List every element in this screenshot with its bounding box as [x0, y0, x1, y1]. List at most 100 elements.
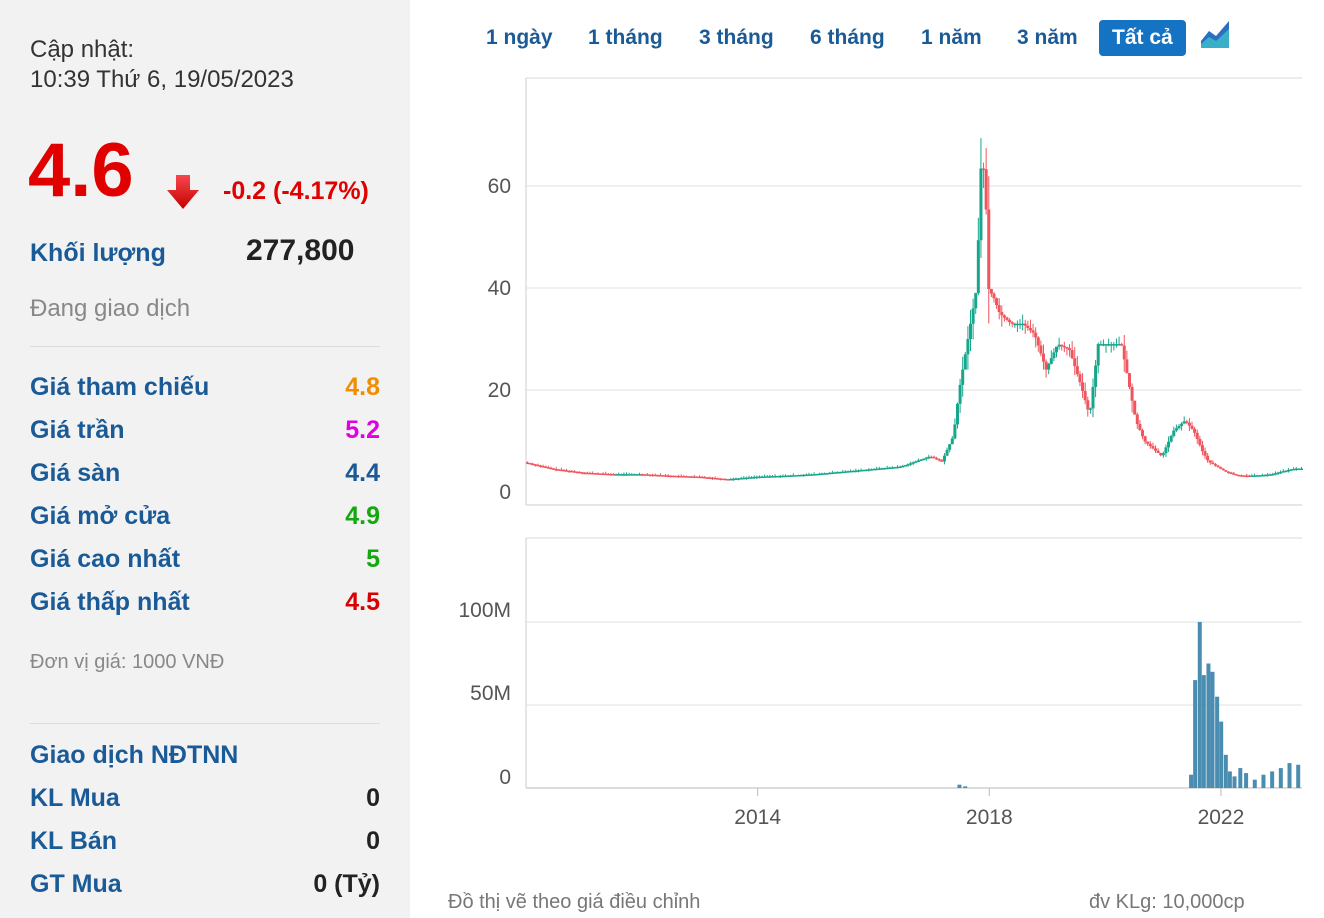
- candle-body: [976, 240, 980, 294]
- candle-body: [1120, 344, 1124, 346]
- candle-body: [773, 476, 777, 478]
- candle-body: [598, 473, 602, 475]
- candle-body: [1211, 462, 1215, 465]
- candle-body: [721, 478, 725, 481]
- candle-body: [924, 457, 928, 460]
- candle-body: [1148, 443, 1152, 447]
- candle-body: [1135, 414, 1139, 424]
- candle-body: [1253, 475, 1257, 477]
- candle-body: [1187, 422, 1191, 426]
- candle-body: [815, 473, 819, 476]
- candle-body: [549, 467, 553, 470]
- volume-bar: [1189, 774, 1194, 788]
- candle-body: [1028, 328, 1032, 331]
- candle-body: [554, 468, 558, 471]
- candle-body: [1062, 345, 1066, 348]
- candle-body: [823, 473, 827, 475]
- candle-body: [617, 474, 621, 476]
- candle-body: [1021, 323, 1025, 326]
- candle-body: [729, 478, 733, 481]
- candle-body: [747, 477, 751, 479]
- volume-bar: [1287, 763, 1292, 788]
- candle-body: [1255, 475, 1259, 477]
- candle-body: [1221, 468, 1225, 471]
- candle-body: [836, 472, 840, 474]
- candle-body: [875, 468, 879, 471]
- candle-body: [945, 449, 949, 456]
- candle-body: [539, 465, 543, 467]
- price-y-tick-label: 0: [499, 481, 511, 504]
- candle-body: [565, 470, 569, 472]
- candle-body: [770, 476, 774, 478]
- candle-body: [846, 471, 850, 473]
- candle-body: [992, 293, 996, 299]
- candle-body: [1109, 344, 1113, 346]
- candle-body: [1031, 330, 1035, 333]
- volume-bar: [1278, 768, 1283, 788]
- candle-body: [794, 475, 798, 477]
- candle-body: [1146, 441, 1150, 444]
- volume-y-tick-label: 100M: [458, 599, 511, 622]
- volume-bar: [1261, 774, 1266, 788]
- candle-body: [658, 475, 662, 477]
- candle-body: [1047, 363, 1051, 370]
- candle-body: [695, 476, 699, 479]
- candle-body: [804, 474, 808, 477]
- candle-body: [1101, 344, 1105, 346]
- candle-body: [898, 466, 902, 469]
- candle-body: [611, 474, 615, 476]
- candle-body: [536, 464, 540, 467]
- candle-body: [1081, 382, 1085, 392]
- x-tick-label: 2022: [1198, 806, 1245, 829]
- candle-body: [948, 444, 952, 450]
- candle-body: [1203, 451, 1207, 456]
- candle-body: [841, 471, 845, 474]
- candle-body: [1195, 432, 1199, 439]
- x-tick-label: 2014: [734, 806, 781, 829]
- candle-body: [765, 476, 769, 478]
- candle-body: [578, 471, 582, 474]
- candle-body: [625, 474, 629, 476]
- candle-body: [1052, 352, 1056, 359]
- candle-body: [614, 474, 618, 476]
- candle-body: [671, 475, 675, 478]
- candle-body: [914, 461, 918, 463]
- candle-body: [1250, 475, 1254, 478]
- candle-body: [791, 475, 795, 477]
- candle-body: [849, 470, 853, 473]
- volume-bar: [1206, 663, 1211, 788]
- candle-body: [987, 209, 991, 290]
- candle-body: [1138, 424, 1142, 431]
- candle-body: [750, 477, 754, 479]
- candle-body: [940, 460, 944, 462]
- candle-body: [648, 474, 652, 477]
- candle-body: [651, 474, 655, 477]
- candle-body: [937, 459, 941, 461]
- candle-body: [591, 473, 595, 475]
- candle-body: [982, 168, 986, 170]
- candle-body: [1271, 473, 1275, 476]
- candle-body: [856, 470, 860, 472]
- candle-body: [1281, 471, 1285, 473]
- candle-body: [916, 460, 920, 462]
- candle-body: [640, 474, 644, 476]
- candle-body: [1169, 435, 1173, 442]
- candle-body: [838, 471, 842, 474]
- candle-body: [1096, 344, 1100, 366]
- candle-body: [903, 465, 907, 467]
- candle-body: [1284, 470, 1288, 473]
- volume-unit-note: đv KLg: 10,000cp: [1089, 891, 1245, 913]
- candle-body: [1005, 317, 1009, 320]
- candle-body: [1216, 465, 1220, 468]
- volume-bar: [963, 786, 968, 788]
- candle-body: [708, 477, 712, 479]
- candle-body: [682, 476, 686, 478]
- candle-body: [760, 476, 764, 479]
- candle-body: [825, 473, 829, 475]
- candle-body: [1151, 446, 1155, 449]
- candle-body: [572, 471, 576, 473]
- candle-body: [1234, 474, 1238, 476]
- candle-body: [955, 403, 959, 425]
- candle-body: [669, 475, 673, 478]
- candle-body: [580, 472, 584, 474]
